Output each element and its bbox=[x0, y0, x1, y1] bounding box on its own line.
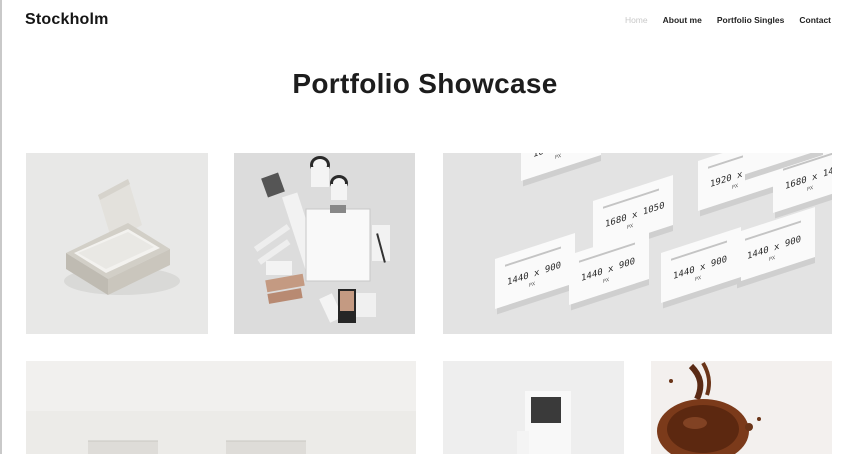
site-header: Stockholm Home About me Portfolio Single… bbox=[0, 0, 850, 42]
portfolio-item-chocolate[interactable] bbox=[651, 361, 832, 454]
page-title: Portfolio Showcase bbox=[292, 68, 558, 99]
paper-bag-image bbox=[443, 361, 624, 454]
portfolio-item-stationery[interactable] bbox=[234, 153, 415, 334]
nav-home[interactable]: Home bbox=[625, 15, 648, 25]
stationery-image bbox=[234, 153, 415, 334]
nav-about-me[interactable]: About me bbox=[663, 15, 702, 25]
business-cards-image: 1680 x 1050PX1920 x 14PX1680 x 14PX1680 … bbox=[443, 153, 832, 334]
interior-image bbox=[26, 361, 416, 454]
nav-contact[interactable]: Contact bbox=[799, 15, 831, 25]
chocolate-image bbox=[651, 361, 832, 454]
portfolio-item-interior[interactable] bbox=[26, 361, 416, 454]
portfolio-item-card-box[interactable] bbox=[26, 153, 208, 334]
card-box-image bbox=[26, 153, 208, 334]
portfolio-item-paper-bag[interactable] bbox=[443, 361, 624, 454]
main-nav: Home About me Portfolio Singles Contact bbox=[625, 15, 831, 25]
site-logo[interactable]: Stockholm bbox=[25, 11, 109, 29]
portfolio-item-business-cards[interactable]: 1680 x 1050PX1920 x 14PX1680 x 14PX1680 … bbox=[443, 153, 832, 334]
nav-portfolio-singles[interactable]: Portfolio Singles bbox=[717, 15, 785, 25]
